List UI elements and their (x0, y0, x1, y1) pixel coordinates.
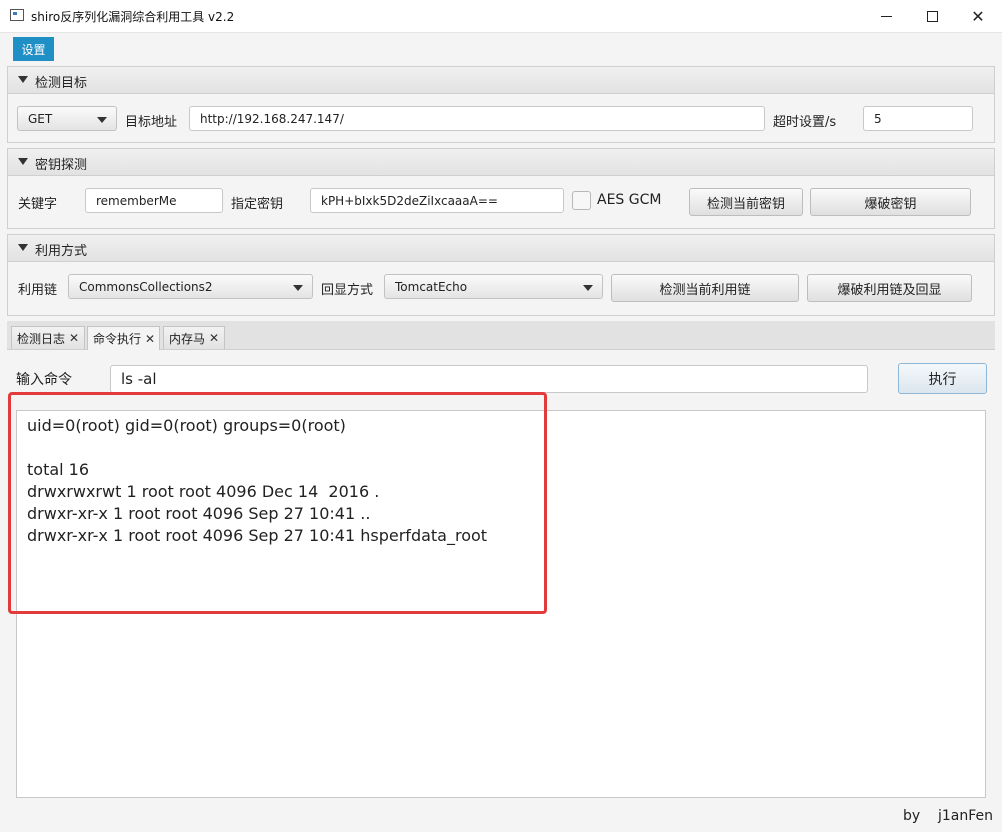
detect-target-header[interactable]: 检测目标 (7, 66, 995, 94)
exploit-header[interactable]: 利用方式 (7, 234, 995, 262)
tab-command-exec[interactable]: 命令执行 ✕ (87, 326, 160, 350)
chain-label: 利用链 (18, 283, 58, 298)
collapse-arrow-icon (18, 244, 28, 251)
command-label: 输入命令 (16, 372, 72, 388)
close-icon[interactable]: ✕ (209, 331, 219, 345)
key-input[interactable]: kPH+bIxk5D2deZiIxcaaaA== (310, 188, 564, 213)
chain-select[interactable]: CommonsCollections2 (68, 274, 313, 299)
author-credit: by j1anFen (903, 808, 993, 824)
key-label: 指定密钥 (231, 197, 284, 212)
brute-chain-button[interactable]: 爆破利用链及回显 (807, 274, 972, 302)
collapse-arrow-icon (18, 158, 28, 165)
detect-target-title: 检测目标 (35, 76, 88, 91)
key-detect-title: 密钥探测 (35, 158, 88, 173)
method-select[interactable]: GET (17, 106, 117, 131)
chevron-down-icon (583, 284, 593, 291)
menu-bar (0, 33, 1002, 61)
chevron-down-icon (97, 116, 107, 123)
keyword-input[interactable]: rememberMe (85, 188, 223, 213)
minimize-button[interactable] (863, 0, 909, 32)
tab-label: 检测日志 (17, 331, 66, 346)
check-key-button[interactable]: 检测当前密钥 (689, 188, 803, 216)
echo-select[interactable]: TomcatEcho (384, 274, 603, 299)
command-input[interactable]: ls -al (110, 365, 868, 393)
maximize-icon (926, 10, 938, 22)
timeout-label: 超时设置/s (773, 115, 837, 130)
collapse-arrow-icon (18, 76, 28, 83)
tab-memshell[interactable]: 内存马 ✕ (163, 326, 225, 349)
execute-button[interactable]: 执行 (898, 363, 987, 394)
url-input[interactable]: http://192.168.247.147/ (189, 106, 765, 131)
close-button[interactable]: ✕ (955, 0, 1001, 32)
echo-value: TomcatEcho (395, 279, 468, 294)
tab-detect-log[interactable]: 检测日志 ✕ (11, 326, 85, 349)
maximize-button[interactable] (909, 0, 955, 32)
close-icon: ✕ (971, 6, 985, 26)
close-icon[interactable]: ✕ (69, 331, 79, 345)
menu-settings[interactable]: 设置 (13, 37, 54, 61)
minimize-icon (880, 15, 892, 17)
aes-gcm-checkbox[interactable] (572, 191, 591, 210)
aes-gcm-label: AES GCM (597, 192, 662, 208)
exploit-title: 利用方式 (35, 244, 88, 259)
url-label: 目标地址 (125, 115, 178, 130)
tab-label: 内存马 (169, 331, 206, 346)
brute-key-button[interactable]: 爆破密钥 (810, 188, 971, 216)
key-detect-header[interactable]: 密钥探测 (7, 148, 995, 176)
tab-label: 命令执行 (93, 332, 142, 346)
app-icon (10, 9, 24, 21)
chevron-down-icon (293, 284, 303, 291)
echo-label: 回显方式 (321, 283, 374, 298)
window-title: shiro反序列化漏洞综合利用工具 v2.2 (31, 10, 235, 24)
chain-value: CommonsCollections2 (79, 279, 213, 294)
close-icon[interactable]: ✕ (145, 332, 155, 346)
highlight-annotation-box (8, 392, 547, 614)
method-value: GET (28, 111, 53, 126)
check-chain-button[interactable]: 检测当前利用链 (611, 274, 799, 302)
timeout-input[interactable]: 5 (863, 106, 973, 131)
keyword-label: 关键字 (18, 197, 58, 212)
